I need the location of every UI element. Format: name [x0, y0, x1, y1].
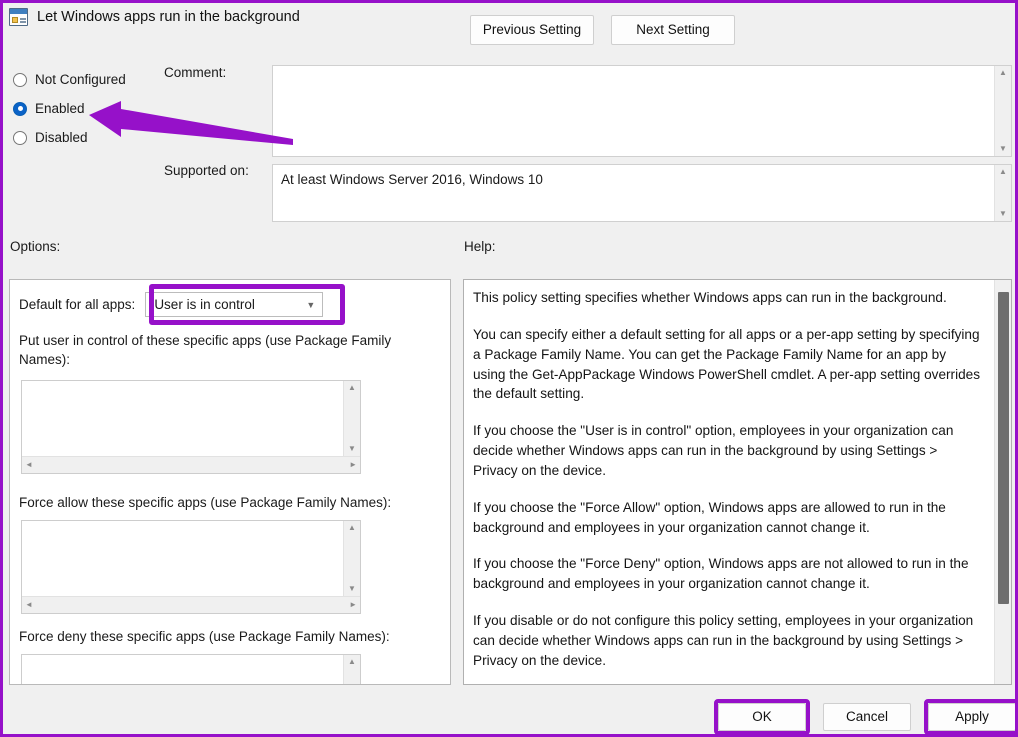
listbox-force-deny[interactable]: ▲ ▼ ◄ ► [21, 654, 361, 684]
default-for-all-apps-label: Default for all apps: [19, 297, 136, 312]
radio-label-disabled: Disabled [35, 130, 88, 145]
listbox-force-allow[interactable]: ▲ ▼ ◄ ► [21, 520, 361, 614]
page-title: Let Windows apps run in the background [37, 9, 300, 25]
group-policy-setting-dialog: Let Windows apps run in the background P… [0, 0, 1018, 737]
options-section-label: Options: [10, 239, 61, 254]
listbox-horizontal-scrollbar[interactable]: ◄ ► [22, 596, 360, 613]
chevron-down-icon[interactable]: ▼ [306, 300, 315, 310]
help-section-label: Help: [464, 239, 496, 254]
dialog-body: Let Windows apps run in the background P… [3, 3, 1015, 734]
scroll-down-icon[interactable]: ▼ [999, 145, 1007, 153]
scroll-down-icon[interactable]: ▼ [999, 210, 1007, 218]
radio-not-configured[interactable]: Not Configured [13, 65, 163, 94]
supported-on-value: At least Windows Server 2016, Windows 10 [281, 172, 543, 187]
listbox-vertical-scrollbar[interactable]: ▲ ▼ [343, 521, 360, 596]
help-vertical-scrollbar[interactable] [994, 280, 1011, 684]
radio-enabled[interactable]: Enabled [13, 94, 163, 123]
scroll-right-icon[interactable]: ► [349, 461, 357, 469]
help-paragraph: You can specify either a default setting… [473, 326, 981, 402]
supported-on-area: At least Windows Server 2016, Windows 10 [273, 165, 994, 221]
comment-vertical-scrollbar[interactable]: ▲ ▼ [994, 66, 1011, 156]
supported-on-label: Supported on: [164, 163, 249, 178]
previous-setting-button[interactable]: Previous Setting [470, 15, 594, 45]
scroll-down-icon[interactable]: ▼ [348, 445, 356, 453]
listbox-items-force-allow[interactable] [22, 521, 343, 596]
ok-slot: OK [710, 699, 814, 734]
cancel-slot: Cancel [815, 703, 919, 731]
supported-on-textbox: At least Windows Server 2016, Windows 10… [272, 164, 1012, 222]
listbox-vertical-scrollbar[interactable]: ▲ ▼ [343, 655, 360, 684]
highlight-box-apply: Apply [924, 699, 1015, 734]
radio-label-not-configured: Not Configured [35, 72, 126, 87]
list-label-force-allow: Force allow these specific apps (use Pac… [19, 495, 392, 510]
comment-textbox[interactable]: ▲ ▼ [272, 65, 1012, 157]
help-scrollbar-thumb[interactable] [997, 292, 1009, 604]
help-text-content: This policy setting specifies whether Wi… [464, 280, 994, 684]
list-label-force-deny: Force deny these specific apps (use Pack… [19, 629, 390, 644]
policy-state-radio-group: Not Configured Enabled Disabled [13, 65, 163, 152]
scroll-left-icon[interactable]: ◄ [25, 461, 33, 469]
scroll-up-icon[interactable]: ▲ [999, 168, 1007, 176]
help-paragraph: If you choose the "Force Allow" option, … [473, 499, 946, 535]
apply-slot: Apply [920, 699, 1015, 734]
scroll-up-icon[interactable]: ▲ [348, 524, 356, 532]
dialog-footer: OK Cancel Apply [710, 699, 1015, 734]
listbox-items-force-deny[interactable] [22, 655, 343, 684]
help-paragraph: If you choose the "Force Deny" option, W… [473, 556, 969, 592]
setting-navigation: Previous Setting Next Setting [470, 15, 735, 45]
help-panel: This policy setting specifies whether Wi… [463, 279, 1012, 685]
policy-setting-icon [9, 8, 28, 26]
apply-button[interactable]: Apply [928, 703, 1015, 731]
list-label-user-in-control: Put user in control of these specific ap… [19, 333, 392, 367]
radio-indicator-enabled[interactable] [13, 101, 27, 116]
listbox-horizontal-scrollbar[interactable]: ◄ ► [22, 456, 360, 473]
radio-label-enabled: Enabled [35, 101, 85, 116]
default-for-all-apps-row: Default for all apps: User is in control… [19, 292, 324, 317]
help-paragraph: If you disable or do not configure this … [473, 613, 974, 668]
ok-button[interactable]: OK [718, 703, 806, 731]
options-panel: Default for all apps: User is in control… [9, 279, 451, 685]
supported-on-vertical-scrollbar[interactable]: ▲ ▼ [994, 165, 1011, 221]
scroll-left-icon[interactable]: ◄ [25, 601, 33, 609]
listbox-vertical-scrollbar[interactable]: ▲ ▼ [343, 381, 360, 456]
radio-disabled[interactable]: Disabled [13, 123, 163, 152]
help-paragraph: If you choose the "User is in control" o… [473, 423, 954, 478]
scroll-right-icon[interactable]: ► [349, 601, 357, 609]
scroll-up-icon[interactable]: ▲ [999, 69, 1007, 77]
radio-indicator-not-configured[interactable] [13, 72, 27, 87]
radio-indicator-disabled[interactable] [13, 130, 27, 145]
dialog-title-bar: Let Windows apps run in the background [9, 8, 300, 26]
scroll-up-icon[interactable]: ▲ [348, 384, 356, 392]
comment-label: Comment: [164, 65, 227, 80]
comment-textbox-area[interactable] [273, 66, 994, 156]
highlight-box-ok: OK [714, 699, 810, 734]
scroll-up-icon[interactable]: ▲ [348, 658, 356, 666]
listbox-user-in-control[interactable]: ▲ ▼ ◄ ► [21, 380, 361, 474]
dropdown-selected-value: User is in control [154, 297, 255, 312]
next-setting-button[interactable]: Next Setting [611, 15, 735, 45]
cancel-button[interactable]: Cancel [823, 703, 911, 731]
listbox-items-user-in-control[interactable] [22, 381, 343, 456]
scroll-down-icon[interactable]: ▼ [348, 585, 356, 593]
default-for-all-apps-dropdown[interactable]: User is in control ▼ [145, 292, 324, 317]
help-paragraph: This policy setting specifies whether Wi… [473, 290, 947, 305]
